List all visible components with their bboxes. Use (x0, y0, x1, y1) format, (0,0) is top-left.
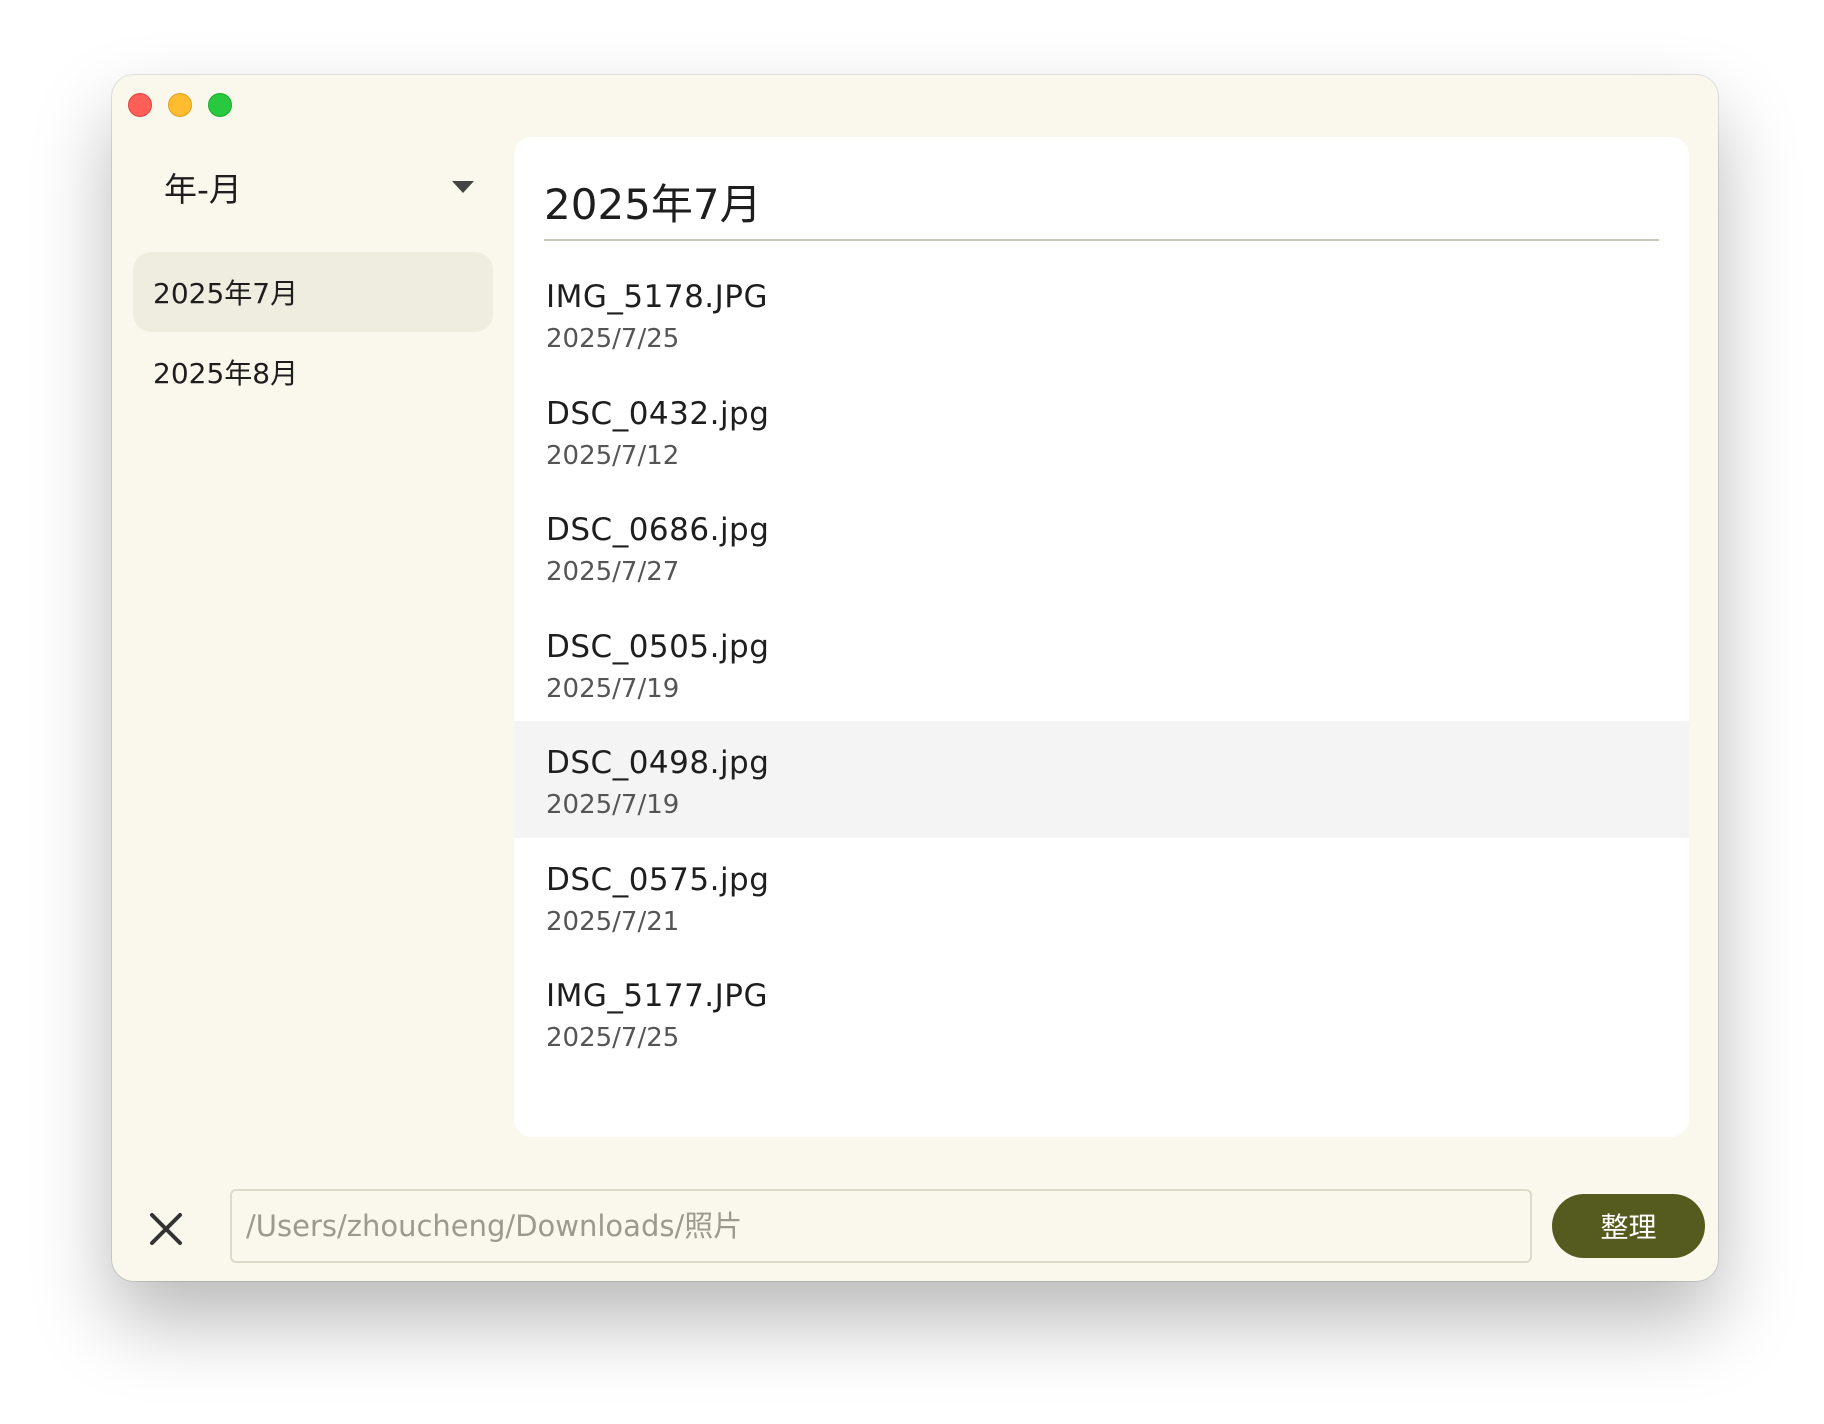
file-name: DSC_0686.jpg (546, 512, 770, 548)
list-item[interactable]: DSC_0686.jpg 2025/7/27 (514, 488, 1689, 605)
page-title: 2025年7月 (544, 180, 762, 229)
file-list: IMG_5178.JPG 2025/7/25 DSC_0432.jpg 2025… (514, 255, 1689, 1071)
sidebar-month-list: 2025年7月 2025年8月 (133, 252, 493, 412)
maximize-window-button[interactable] (208, 93, 232, 117)
file-panel: 2025年7月 IMG_5178.JPG 2025/7/25 DSC_0432.… (514, 137, 1689, 1137)
list-item[interactable]: DSC_0432.jpg 2025/7/12 (514, 372, 1689, 489)
organize-button[interactable]: 整理 (1552, 1194, 1705, 1258)
file-name: IMG_5178.JPG (546, 279, 769, 315)
file-date: 2025/7/21 (546, 906, 680, 937)
sidebar-item-2025-07[interactable]: 2025年7月 (133, 252, 493, 332)
file-date: 2025/7/12 (546, 440, 680, 471)
list-item[interactable]: IMG_5177.JPG 2025/7/25 (514, 954, 1689, 1071)
folder-path-input[interactable] (230, 1189, 1532, 1263)
file-name: IMG_5177.JPG (546, 978, 769, 1014)
close-icon (150, 1213, 182, 1245)
file-date: 2025/7/25 (546, 324, 680, 354)
list-item[interactable]: IMG_5178.JPG 2025/7/25 (514, 255, 1689, 372)
file-date: 2025/7/19 (546, 790, 680, 820)
clear-path-button[interactable] (146, 1209, 186, 1249)
group-by-label: 年-月 (164, 170, 242, 209)
app-window: 年-月 2025年7月 2025年8月 2025年7月 IMG_5178.JPG… (112, 75, 1718, 1281)
file-date: 2025/7/19 (546, 673, 680, 704)
sidebar-item-label: 2025年7月 (153, 277, 299, 310)
file-name: DSC_0498.jpg (546, 745, 770, 781)
file-name: DSC_0505.jpg (546, 628, 770, 665)
list-item[interactable]: DSC_0505.jpg 2025/7/19 (514, 605, 1689, 722)
file-date: 2025/7/25 (546, 1023, 680, 1053)
minimize-window-button[interactable] (168, 93, 192, 117)
file-name: DSC_0432.jpg (546, 395, 770, 432)
sidebar-item-2025-08[interactable]: 2025年8月 (133, 332, 493, 412)
title-divider (544, 239, 1659, 241)
sidebar-item-label: 2025年8月 (153, 357, 299, 390)
window-controls (128, 93, 232, 117)
list-item[interactable]: DSC_0498.jpg 2025/7/19 (514, 721, 1689, 838)
file-date: 2025/7/27 (546, 557, 680, 587)
file-name: DSC_0575.jpg (546, 861, 770, 898)
chevron-down-icon (452, 181, 474, 193)
group-by-dropdown[interactable]: 年-月 (138, 157, 488, 217)
list-item[interactable]: DSC_0575.jpg 2025/7/21 (514, 838, 1689, 955)
close-window-button[interactable] (128, 93, 152, 117)
